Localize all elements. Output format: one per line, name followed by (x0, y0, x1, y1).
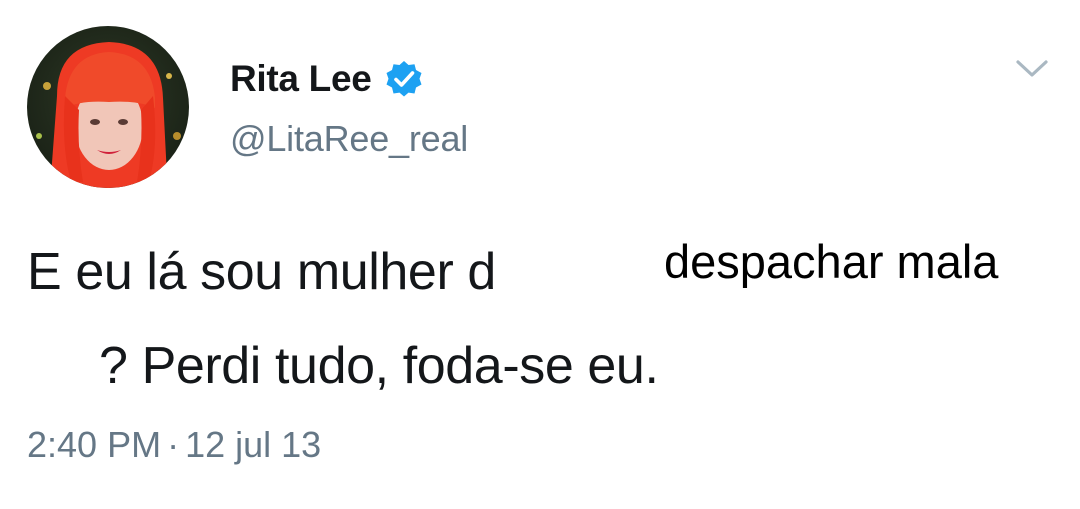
display-name[interactable]: Rita Lee (230, 58, 372, 100)
chevron-down-icon[interactable] (1012, 56, 1052, 82)
tweet-timestamp[interactable]: 2:40 PM · 12 jul 13 (27, 424, 321, 466)
avatar[interactable] (27, 26, 189, 188)
tweet-text: E eu lá sou mulher d ? Perdi tudo, foda-… (27, 225, 659, 413)
author-name-row[interactable]: Rita Lee (230, 57, 424, 101)
tweet-card: Rita Lee @LitaRee_real E eu lá sou mulhe… (0, 0, 1080, 509)
tweet-text-line-2: ? Perdi tudo, foda-se eu. (99, 337, 659, 395)
tweet-text-line-1: E eu lá sou mulher d (27, 243, 496, 301)
author-handle[interactable]: @LitaRee_real (230, 118, 468, 160)
tweet-time: 2:40 PM (27, 424, 162, 465)
meta-separator: · (167, 424, 180, 465)
tweet-date: 12 jul 13 (185, 424, 322, 465)
verified-badge-icon (384, 59, 424, 99)
edited-overlay-text: despachar mala (660, 230, 1003, 294)
avatar-red-hair-icon (36, 42, 181, 188)
